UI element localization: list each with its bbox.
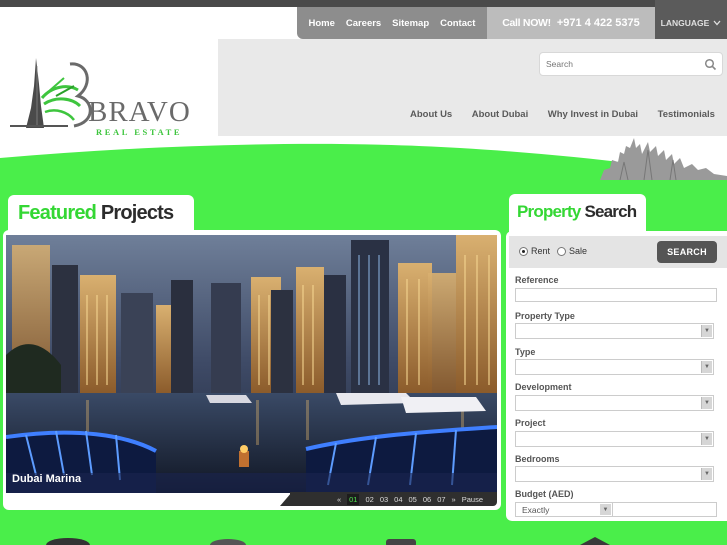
development-label: Development [515, 382, 572, 392]
logo-tagline: REAL ESTATE [96, 127, 183, 137]
nav-testimonials[interactable]: Testimonials [658, 109, 715, 123]
listing-type-radios: Rent Sale [519, 246, 587, 256]
logo-name: BRAVO [88, 96, 191, 128]
featured-projects-tab: Featured Projects [8, 195, 194, 233]
property-type-select[interactable]: ▼ [515, 323, 714, 339]
pager-page-01[interactable]: 01 [347, 493, 360, 505]
logo[interactable]: BRAVO REAL ESTATE [8, 56, 208, 140]
budget-mode-select[interactable]: Exactly ▼ [515, 502, 613, 517]
page: Home Careers Sitemap Contact Call NOW! +… [0, 0, 727, 545]
select-arrow-icon: ▼ [701, 325, 712, 337]
select-arrow-icon: ▼ [701, 433, 712, 445]
nav-why-invest[interactable]: Why Invest in Dubai [548, 109, 638, 123]
pager-page-06[interactable]: 06 [423, 495, 431, 504]
bedrooms-label: Bedrooms [515, 454, 560, 464]
bedrooms-select[interactable]: ▼ [515, 466, 714, 482]
property-type-label: Property Type [515, 311, 575, 321]
featured-project-image[interactable] [6, 235, 497, 493]
select-arrow-icon: ▼ [600, 504, 611, 515]
property-search-tab: Property Search [509, 194, 646, 234]
development-select[interactable]: ▼ [515, 395, 714, 411]
radio-rent[interactable] [519, 246, 528, 256]
call-now-banner: Call NOW! +971 4 422 5375 [487, 7, 655, 39]
search-icon[interactable] [704, 58, 717, 71]
budget-input[interactable] [612, 502, 717, 517]
skyline-graphic [600, 138, 727, 180]
ps-title-rest: Search [584, 202, 637, 221]
pager-page-04[interactable]: 04 [394, 495, 402, 504]
featured-title-highlight: Featured [18, 202, 97, 224]
slideshow-pager: « 01 02 03 04 05 06 07 » Pause [290, 492, 497, 506]
nav-about-dubai[interactable]: About Dubai [472, 109, 528, 123]
radio-sale[interactable] [557, 246, 567, 256]
pager-page-05[interactable]: 05 [409, 495, 417, 504]
radio-rent-label: Rent [531, 246, 551, 256]
pager-page-02[interactable]: 02 [365, 495, 373, 504]
top-nav-careers[interactable]: Careers [346, 18, 381, 29]
dubai-marina-photo [6, 235, 497, 493]
pager-prev[interactable]: « [337, 495, 341, 504]
bottom-icons-row [46, 537, 610, 545]
chevron-down-icon [713, 20, 721, 25]
ps-title-highlight: Property [517, 202, 581, 221]
top-nav-sitemap[interactable]: Sitemap [392, 18, 429, 29]
select-arrow-icon: ▼ [701, 468, 712, 480]
featured-caption: Dubai Marina [12, 473, 82, 485]
nav-about-us[interactable]: About Us [410, 109, 452, 123]
featured-projects-title: Featured Projects [18, 202, 174, 225]
pager-page-03[interactable]: 03 [380, 495, 388, 504]
budget-mode-value: Exactly [522, 505, 550, 515]
featured-title-rest: Projects [100, 202, 174, 224]
type-label: Type [515, 347, 536, 357]
search-box [539, 52, 723, 76]
search-input[interactable] [546, 56, 696, 72]
pager-next[interactable]: » [452, 495, 456, 504]
pager-page-07[interactable]: 07 [437, 495, 445, 504]
select-arrow-icon: ▼ [701, 361, 712, 373]
top-nav-contact[interactable]: Contact [440, 18, 475, 29]
call-now-label: Call NOW! [502, 17, 551, 29]
language-selector[interactable]: LANGUAGE [655, 0, 727, 39]
property-search-title: Property Search [517, 202, 637, 222]
search-button[interactable]: SEARCH [657, 241, 717, 263]
type-select[interactable]: ▼ [515, 359, 714, 375]
project-label: Project [515, 418, 546, 428]
top-strip [0, 0, 727, 7]
pager-pause[interactable]: Pause [462, 495, 483, 504]
budget-label: Budget (AED) [515, 489, 574, 499]
tower-logo-icon [10, 58, 92, 128]
reference-label: Reference [515, 275, 559, 285]
top-nav-home[interactable]: Home [308, 18, 334, 29]
phone-number: +971 4 422 5375 [556, 17, 640, 29]
project-select[interactable]: ▼ [515, 431, 714, 447]
top-nav: Home Careers Sitemap Contact [297, 7, 487, 39]
radio-sale-label: Sale [569, 246, 588, 256]
main-nav: About Us About Dubai Why Invest in Dubai… [410, 109, 727, 123]
reference-field[interactable] [515, 288, 717, 302]
select-arrow-icon: ▼ [701, 397, 712, 409]
language-label: LANGUAGE [660, 17, 710, 28]
